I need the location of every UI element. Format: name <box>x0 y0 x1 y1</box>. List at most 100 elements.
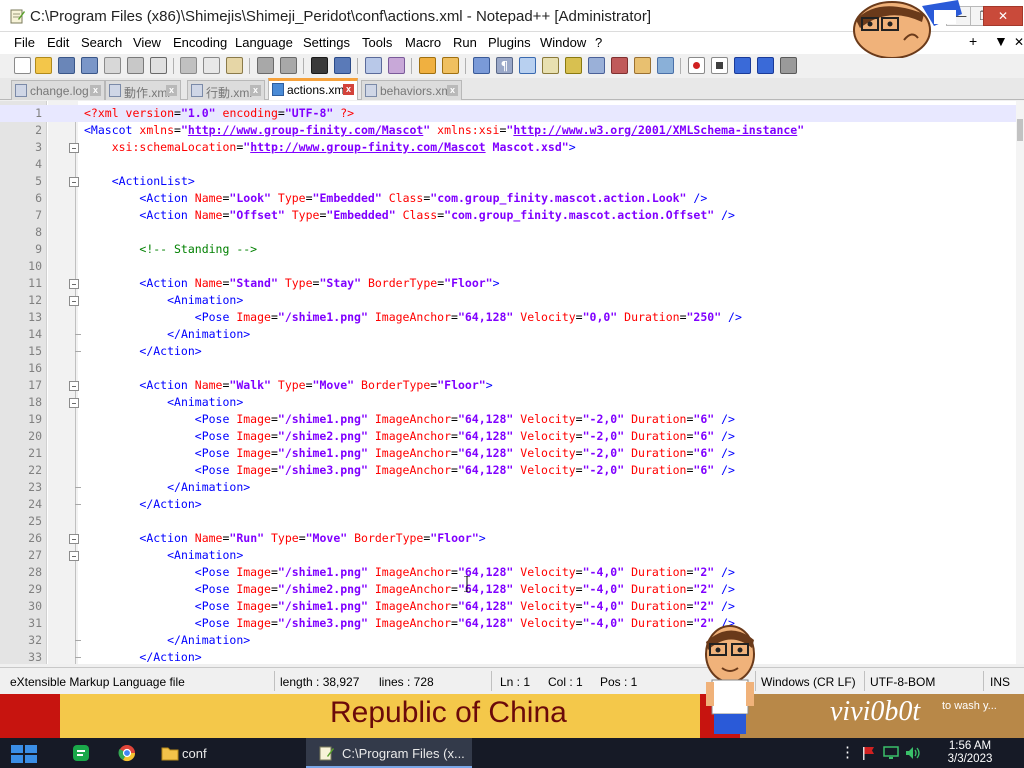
tab-close-icon[interactable]: x <box>447 85 458 96</box>
network-icon[interactable] <box>882 745 900 761</box>
menu-plugins[interactable]: Plugins <box>488 34 531 51</box>
code-line[interactable]: 11 <Action Name="Stand" Type="Stay" Bord… <box>0 275 1016 292</box>
cut-icon[interactable] <box>180 57 197 74</box>
code-line[interactable]: 30 <Pose Image="/shime1.png" ImageAnchor… <box>0 598 1016 615</box>
code-line[interactable]: 33 </Action> <box>0 649 1016 664</box>
code-line[interactable]: 12 <Animation> <box>0 292 1016 309</box>
tray-overflow-icon[interactable]: ⋮ <box>840 743 855 761</box>
fold-toggle-icon[interactable] <box>69 279 79 289</box>
play-macro-icon[interactable] <box>734 57 751 74</box>
undo-icon[interactable] <box>257 57 274 74</box>
word-wrap-icon[interactable] <box>473 57 490 74</box>
zoom-in-icon[interactable] <box>365 57 382 74</box>
close-button[interactable]: ✕ <box>983 6 1023 26</box>
new-tab-button[interactable]: + <box>969 33 977 49</box>
code-line[interactable]: 31 <Pose Image="/shime3.png" ImageAnchor… <box>0 615 1016 632</box>
run-macro-multiple-icon[interactable] <box>757 57 774 74</box>
show-all-chars-icon[interactable]: ¶ <box>496 57 513 74</box>
code-line[interactable]: 7 <Action Name="Offset" Type="Embedded" … <box>0 207 1016 224</box>
fold-toggle-icon[interactable] <box>69 551 79 561</box>
save-icon[interactable] <box>58 57 75 74</box>
code-line[interactable]: 14 </Animation> <box>0 326 1016 343</box>
app-icon-green[interactable] <box>72 744 90 762</box>
redo-icon[interactable] <box>280 57 297 74</box>
menu-file[interactable]: File <box>14 34 35 51</box>
close-doc-button[interactable]: ✕ <box>1014 35 1024 49</box>
replace-icon[interactable] <box>334 57 351 74</box>
code-line[interactable]: 19 <Pose Image="/shime1.png" ImageAnchor… <box>0 411 1016 428</box>
menu-search[interactable]: Search <box>81 34 122 51</box>
code-line[interactable]: 18 <Animation> <box>0 394 1016 411</box>
fold-toggle-icon[interactable] <box>69 398 79 408</box>
open-file-icon[interactable] <box>35 57 52 74</box>
tab-change-log[interactable]: change.log x <box>11 80 105 100</box>
tab-koudou-xml[interactable]: 行動.xml x <box>187 80 265 100</box>
code-line[interactable]: 17 <Action Name="Walk" Type="Move" Borde… <box>0 377 1016 394</box>
code-line[interactable]: 23 </Animation> <box>0 479 1016 496</box>
code-line[interactable]: 16 <box>0 360 1016 377</box>
code-line[interactable]: 3 xsi:schemaLocation="http://www.group-f… <box>0 139 1016 156</box>
function-list-icon[interactable] <box>611 57 628 74</box>
flag-icon[interactable] <box>860 745 876 761</box>
code-line[interactable]: 26 <Action Name="Run" Type="Move" Border… <box>0 530 1016 547</box>
tab-close-icon[interactable]: x <box>343 84 354 95</box>
menu-window[interactable]: Window <box>540 34 586 51</box>
tab-dousa-xml[interactable]: 動作.xml x <box>105 80 181 100</box>
menu-view[interactable]: View <box>133 34 161 51</box>
record-macro-icon[interactable] <box>688 57 705 74</box>
code-line[interactable]: 8 <box>0 224 1016 241</box>
tab-behaviors-xml[interactable]: behaviors.xml x <box>361 80 462 100</box>
save-macro-icon[interactable] <box>780 57 797 74</box>
sync-horizontal-icon[interactable] <box>442 57 459 74</box>
code-line[interactable]: 21 <Pose Image="/shime1.png" ImageAnchor… <box>0 445 1016 462</box>
monitor-icon[interactable] <box>657 57 674 74</box>
code-line[interactable]: 32 </Animation> <box>0 632 1016 649</box>
menu-run[interactable]: Run <box>453 34 477 51</box>
taskbar-item-notepadpp[interactable]: C:\Program Files (x... <box>306 738 472 768</box>
code-line[interactable]: 9 <!-- Standing --> <box>0 241 1016 258</box>
encoding-format[interactable]: UTF-8-BOM <box>870 675 935 689</box>
start-button-icon[interactable] <box>8 744 42 764</box>
new-file-icon[interactable] <box>14 57 31 74</box>
code-line[interactable]: 27 <Animation> <box>0 547 1016 564</box>
code-line[interactable]: 20 <Pose Image="/shime2.png" ImageAnchor… <box>0 428 1016 445</box>
code-line[interactable]: 5 <ActionList> <box>0 173 1016 190</box>
code-line[interactable]: 28 <Pose Image="/shime1.png" ImageAnchor… <box>0 564 1016 581</box>
paste-icon[interactable] <box>226 57 243 74</box>
shimeji-mascot-bottom[interactable] <box>700 620 760 738</box>
stop-macro-icon[interactable] <box>711 57 728 74</box>
code-line[interactable]: 29 <Pose Image="/shime2.png" ImageAnchor… <box>0 581 1016 598</box>
tab-close-icon[interactable]: x <box>250 85 261 96</box>
menu-encoding[interactable]: Encoding <box>173 34 227 51</box>
volume-icon[interactable] <box>904 745 922 761</box>
code-line[interactable]: 2 <Mascot xmlns="http://www.group-finity.… <box>0 122 1016 139</box>
menu-edit[interactable]: Edit <box>47 34 69 51</box>
fold-toggle-icon[interactable] <box>69 177 79 187</box>
code-line[interactable]: 6 <Action Name="Look" Type="Embedded" Cl… <box>0 190 1016 207</box>
doc-list-icon[interactable] <box>588 57 605 74</box>
udl-icon[interactable] <box>542 57 559 74</box>
close-file-icon[interactable] <box>104 57 121 74</box>
indent-guide-icon[interactable] <box>519 57 536 74</box>
menu-help[interactable]: ? <box>595 34 602 51</box>
code-editor[interactable]: 1 <?xml version="1.0" encoding="UTF-8" ?>… <box>0 101 1024 664</box>
fold-toggle-icon[interactable] <box>69 143 79 153</box>
sync-vertical-icon[interactable] <box>419 57 436 74</box>
menu-tools[interactable]: Tools <box>362 34 392 51</box>
code-line[interactable]: 15 </Action> <box>0 343 1016 360</box>
notification-toast-text[interactable]: to wash y... <box>942 700 997 712</box>
code-line[interactable]: 22 <Pose Image="/shime3.png" ImageAnchor… <box>0 462 1016 479</box>
shimeji-mascot-top[interactable] <box>838 0 964 58</box>
print-icon[interactable] <box>150 57 167 74</box>
code-line[interactable]: 1 <?xml version="1.0" encoding="UTF-8" ?> <box>0 105 1016 122</box>
taskbar-item-conf[interactable]: conf <box>152 738 304 768</box>
tab-close-icon[interactable]: x <box>90 85 101 96</box>
vertical-scrollbar[interactable] <box>1016 101 1024 664</box>
close-all-icon[interactable] <box>127 57 144 74</box>
find-icon[interactable] <box>311 57 328 74</box>
doc-map-icon[interactable] <box>565 57 582 74</box>
tab-actions-xml[interactable]: actions.xml x <box>268 78 358 100</box>
menu-settings[interactable]: Settings <box>303 34 350 51</box>
scrollbar-thumb[interactable] <box>1017 119 1023 141</box>
menu-macro[interactable]: Macro <box>405 34 441 51</box>
